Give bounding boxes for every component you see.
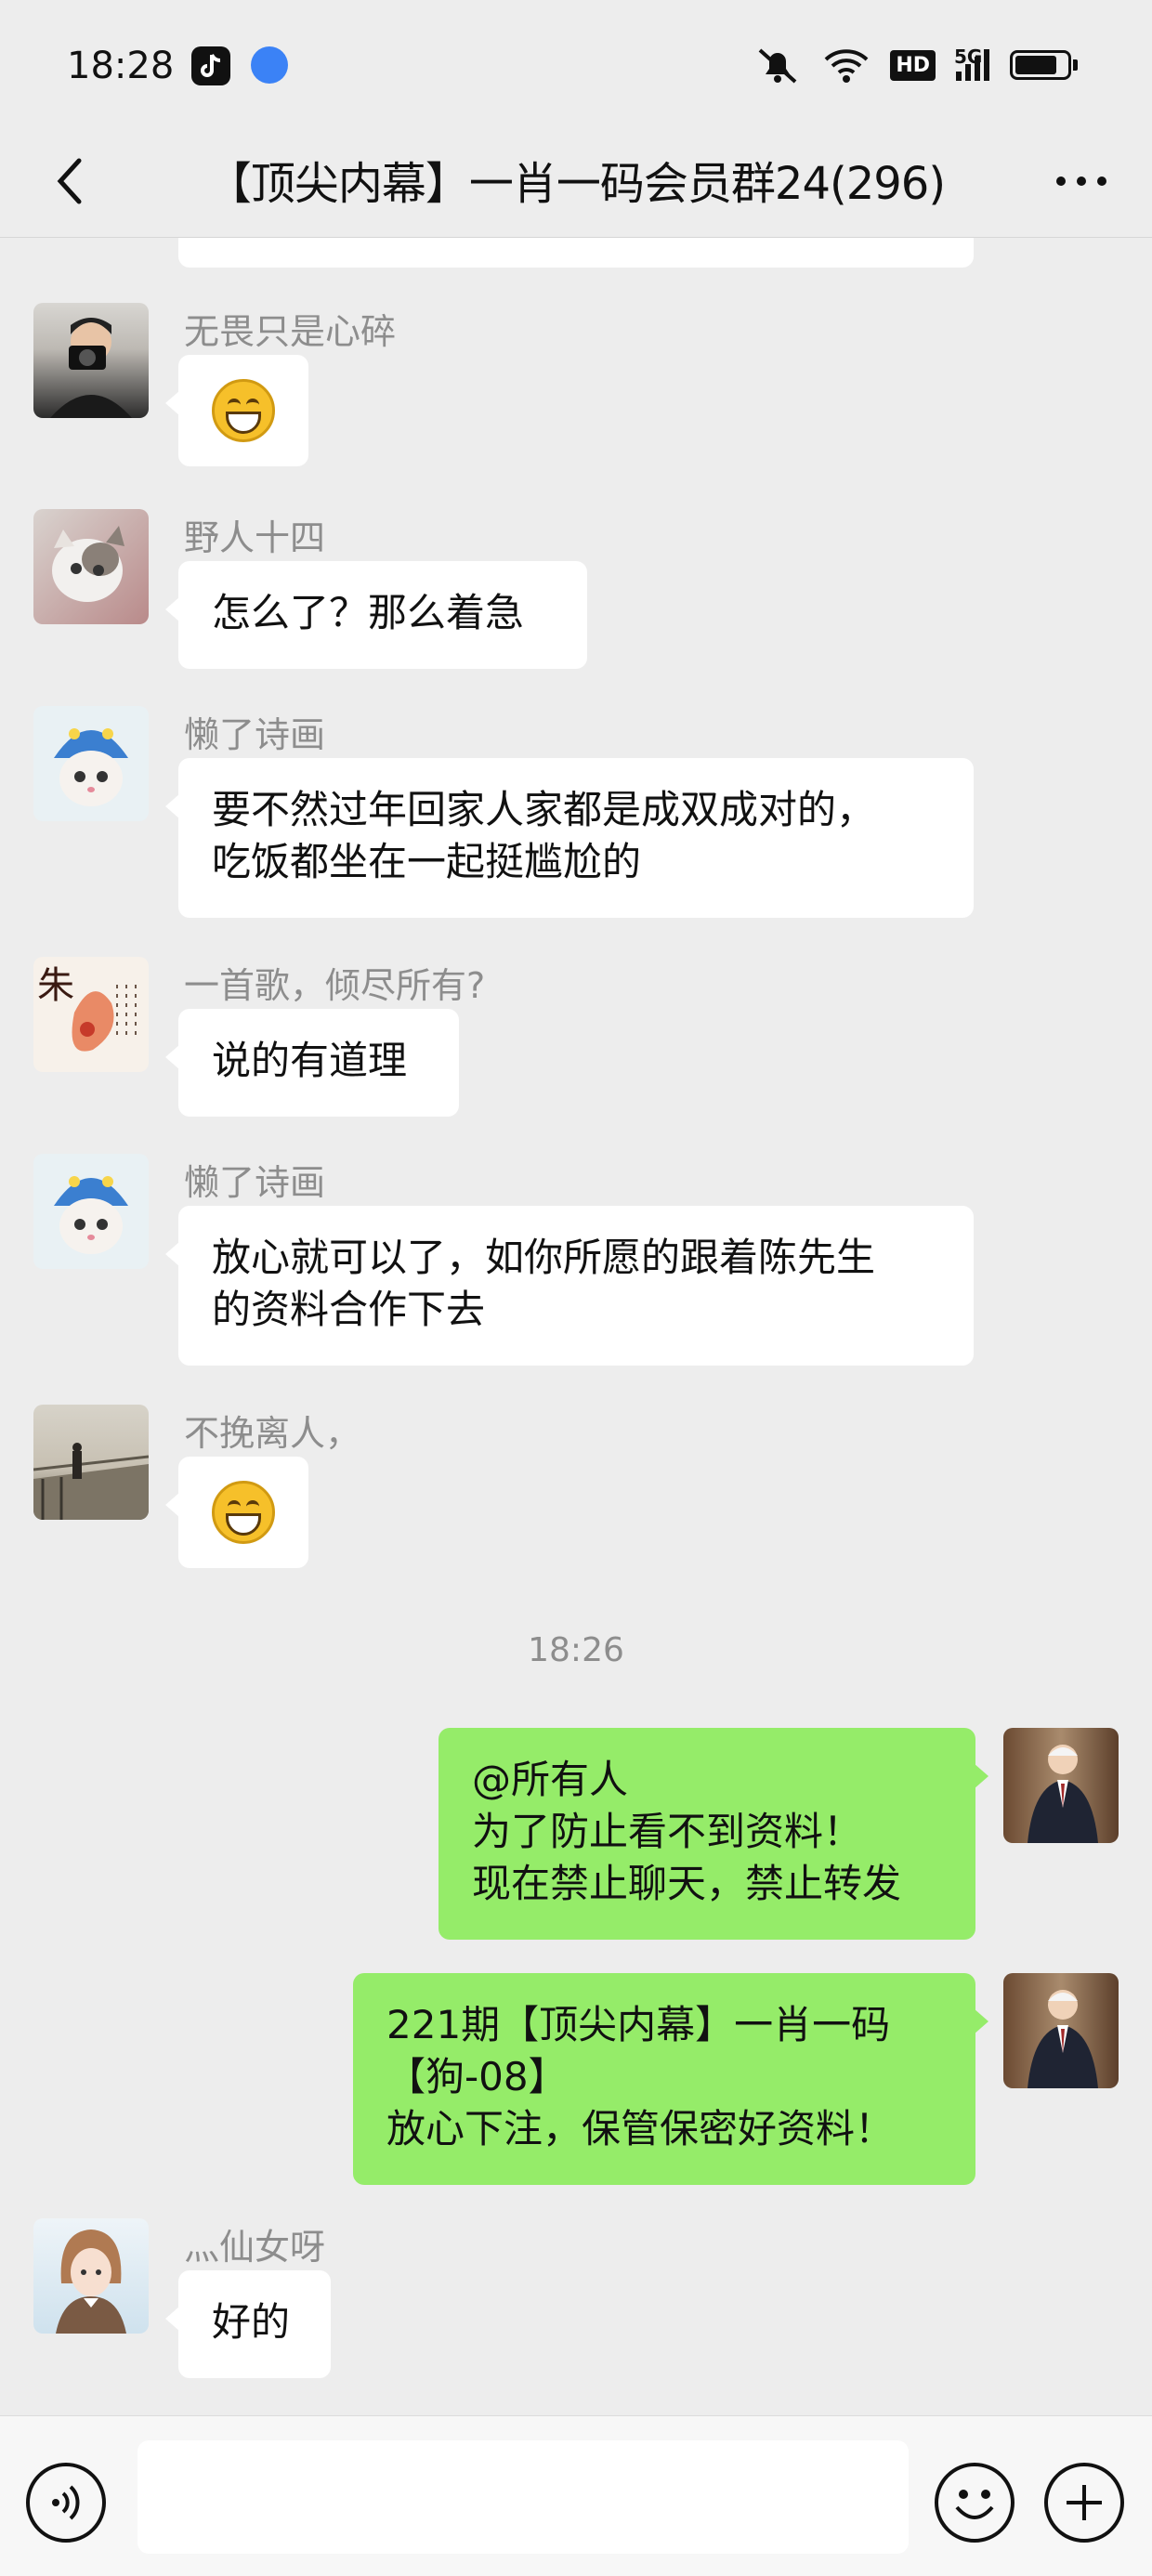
more-icon xyxy=(1056,177,1106,186)
voice-icon xyxy=(52,2485,80,2520)
sender-name: 懒了诗画 xyxy=(184,714,326,755)
plus-icon xyxy=(1067,2485,1102,2520)
mute-bell-icon xyxy=(758,48,797,84)
message-bubble-partial xyxy=(178,238,974,268)
grin-emoji-icon xyxy=(212,379,275,442)
emoji-bubble[interactable] xyxy=(165,355,308,466)
my-message-bubble[interactable]: @所有人 为了防止看不到资料！ 现在禁止聊天，禁止转发 xyxy=(439,1728,988,1940)
input-bar xyxy=(0,2415,1152,2576)
sender-name: 野人十四 xyxy=(184,517,326,558)
emoji-button[interactable] xyxy=(935,2463,1015,2543)
avatar[interactable] xyxy=(33,509,149,624)
chat-header: 【顶尖内幕】一肖一码会员群24(296) xyxy=(0,130,1152,238)
svg-text:朱: 朱 xyxy=(37,964,74,1007)
status-indicators: HD 5G xyxy=(753,45,1078,85)
sender-name: 无畏只是心碎 xyxy=(184,311,397,352)
back-icon xyxy=(57,158,82,204)
avatar[interactable] xyxy=(33,706,149,821)
my-avatar[interactable] xyxy=(1003,1973,1119,2088)
message-bubble[interactable]: 怎么了？那么着急 xyxy=(165,561,587,669)
message-bubble[interactable]: 放心就可以了，如你所愿的跟着陈先生 的资料合作下去 xyxy=(165,1206,974,1366)
wifi-icon xyxy=(824,49,869,83)
message-bubble[interactable]: 好的 xyxy=(165,2270,331,2378)
message-timestamp: 18:26 xyxy=(528,1631,624,1669)
signal-icon: 5G xyxy=(954,46,989,81)
avatar[interactable] xyxy=(33,1405,149,1520)
message-bubble[interactable]: 要不然过年回家人家都是成双成对的， 吃饭都坐在一起挺尴尬的 xyxy=(165,758,974,918)
back-button[interactable] xyxy=(37,149,102,214)
chat-title: 【顶尖内幕】一肖一码会员群24(296) xyxy=(206,158,946,210)
status-time: 18:28 xyxy=(67,45,175,87)
message-bubble[interactable]: 说的有道理 xyxy=(165,1009,459,1117)
emoji-icon xyxy=(955,2490,994,2519)
avatar[interactable]: 朱 xyxy=(33,957,149,1072)
voice-button[interactable] xyxy=(26,2463,106,2543)
avatar[interactable] xyxy=(33,303,149,418)
emoji-bubble[interactable] xyxy=(165,1457,308,1568)
avatar[interactable] xyxy=(33,2218,149,2334)
tiktok-app-icon xyxy=(191,46,230,85)
sender-name: 懒了诗画 xyxy=(184,1162,326,1203)
grin-emoji-icon xyxy=(212,1481,275,1544)
network-label: 5G xyxy=(954,46,983,68)
sender-name: 灬仙女呀 xyxy=(184,2227,326,2268)
battery-icon xyxy=(1010,50,1078,80)
more-button[interactable] xyxy=(1044,149,1119,214)
app-icon xyxy=(251,46,288,84)
message-input[interactable] xyxy=(137,2440,909,2554)
sender-name: 一首歌，倾尽所有? xyxy=(184,965,486,1006)
sender-name: 不挽离人， xyxy=(184,1413,361,1454)
my-avatar[interactable] xyxy=(1003,1728,1119,1843)
avatar[interactable] xyxy=(33,1154,149,1269)
status-bar: 18:28 HD 5G xyxy=(0,0,1152,130)
hd-icon: HD xyxy=(890,49,936,81)
my-message-bubble[interactable]: 221期【顶尖内幕】一肖一码 【狗-08】 放心下注，保管保密好资料！ xyxy=(353,1973,988,2185)
chat-area[interactable]: 无畏只是心碎 野人十四 怎么了？那么着急 懒了诗画 要不然过年回家人家都是成双成… xyxy=(0,238,1152,2415)
plus-button[interactable] xyxy=(1044,2463,1124,2543)
